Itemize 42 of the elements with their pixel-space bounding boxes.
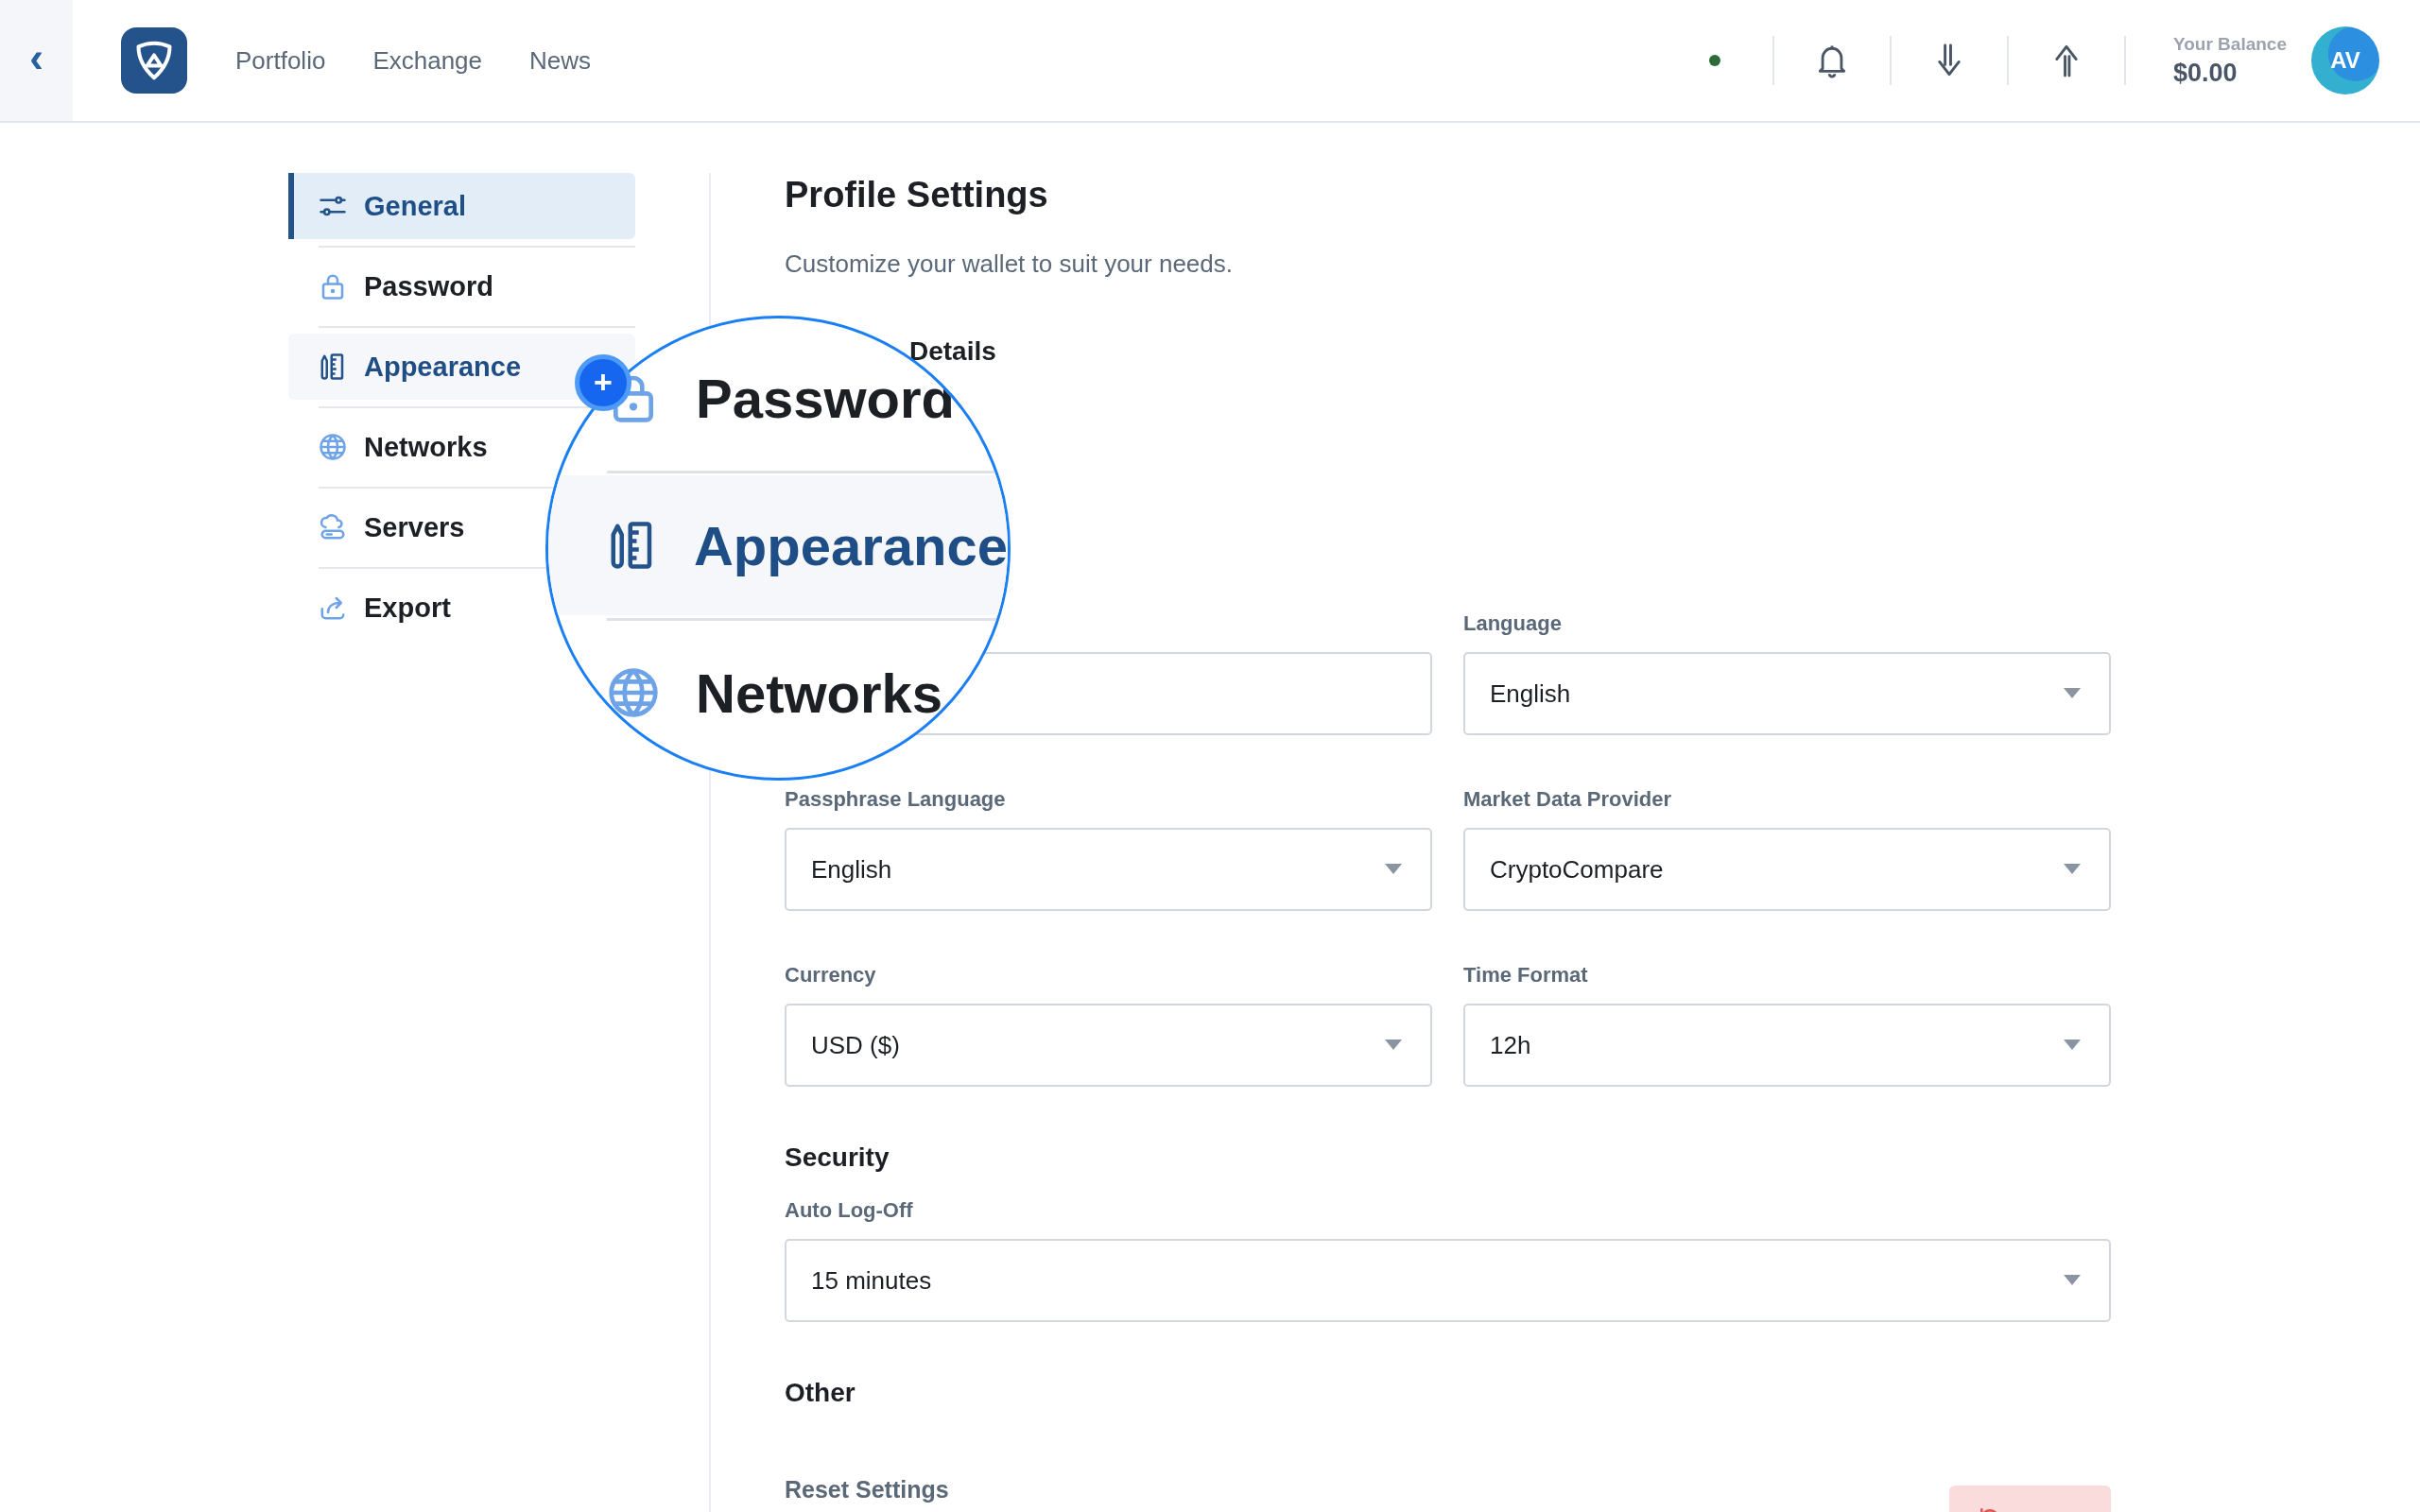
- field-label: Currency: [785, 965, 877, 986]
- globe-icon: [319, 433, 347, 461]
- dropdown-arrow-icon: [2064, 688, 2081, 699]
- sidebar-item[interactable]: Networks: [288, 414, 495, 480]
- dropdown-arrow-icon: [2064, 864, 2081, 875]
- balance-label: Your Balance: [2172, 33, 2287, 55]
- globe-icon: [607, 666, 660, 719]
- setting-label: Reset Settings: [785, 1478, 949, 1501]
- back-button[interactable]: ‹: [0, 0, 73, 121]
- magnified-item: Appearance: [548, 475, 1008, 615]
- page-title: Profile Settings: [785, 174, 1049, 216]
- dropdown-arrow-icon: [2064, 1040, 2081, 1051]
- nav-link[interactable]: Exchange: [372, 45, 483, 76]
- dropdown-field[interactable]: English: [785, 828, 1432, 911]
- dropdown-field[interactable]: USD ($): [785, 1004, 1432, 1087]
- sidebar-item[interactable]: Export: [288, 575, 458, 641]
- balance-amount: $0.00: [2172, 58, 2238, 88]
- field-label: Passphrase Language: [785, 789, 1007, 810]
- sidebar-item[interactable]: Servers: [288, 494, 473, 560]
- page-subtitle: Customize your wallet to suit your needs.: [785, 249, 1234, 279]
- app-logo[interactable]: [121, 27, 187, 94]
- nav-link[interactable]: News: [529, 45, 592, 76]
- dropdown-field[interactable]: CryptoCompare: [1463, 828, 2111, 911]
- section-heading: Other: [785, 1377, 856, 1409]
- dropdown-field[interactable]: 15 minutes: [785, 1239, 2111, 1322]
- dropdown-field[interactable]: English: [1463, 652, 2111, 735]
- field-label: Market Data Provider: [1463, 789, 1673, 810]
- dropdown-arrow-icon: [1385, 1040, 1402, 1051]
- cloud-server-icon: [319, 513, 347, 541]
- dropdown-arrow-icon: [1385, 864, 1402, 875]
- section-heading: Security: [785, 1142, 890, 1174]
- dropdown-field[interactable]: 12h: [1463, 1004, 2111, 1087]
- magnified-item: Password: [696, 366, 955, 430]
- magnified-item: Networks: [696, 661, 943, 725]
- nav-link[interactable]: Portfolio: [235, 45, 326, 76]
- field-label: Language: [1463, 613, 1563, 634]
- dropdown-arrow-icon: [2064, 1275, 2081, 1286]
- sidebar-item[interactable]: Password: [288, 253, 501, 319]
- field-label: Time Format: [1463, 965, 1589, 986]
- sidebar-item[interactable]: General: [288, 173, 635, 239]
- section-heading: Details: [909, 336, 996, 366]
- field-label: Auto Log-Off: [785, 1200, 914, 1221]
